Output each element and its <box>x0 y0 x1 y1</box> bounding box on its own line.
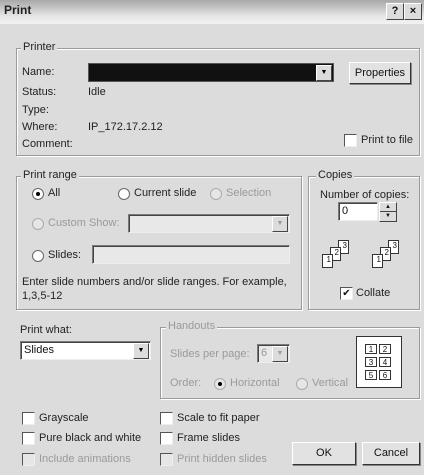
collate-icon: 3 2 1 <box>322 240 366 276</box>
collate-label: Collate <box>356 287 391 299</box>
type-label: Type: <box>22 104 49 116</box>
print-what-value: Slides <box>24 344 54 356</box>
frame-slides-checkbox[interactable] <box>160 432 173 445</box>
print-range-legend: Print range <box>21 169 79 181</box>
grayscale-checkbox[interactable] <box>22 412 35 425</box>
print-what-label: Print what: <box>20 324 72 336</box>
range-selection-radio[interactable] <box>210 188 222 200</box>
range-custom-show-radio[interactable] <box>32 218 44 230</box>
scale-to-fit-label: Scale to fit paper <box>177 412 260 424</box>
include-animations-checkbox[interactable] <box>22 453 35 466</box>
collate-checkbox[interactable]: ✔ <box>340 287 353 300</box>
number-of-copies-label: Number of copies: <box>320 189 410 201</box>
copies-value: 0 <box>342 205 349 217</box>
range-hint-example: 1,3,5-12 <box>22 290 63 302</box>
grayscale-label: Grayscale <box>39 412 89 424</box>
where-value: IP_172.17.2.12 <box>88 121 163 133</box>
status-value: Idle <box>88 86 106 98</box>
order-horizontal-radio[interactable] <box>214 378 226 390</box>
range-slides-label: Slides: <box>48 249 82 261</box>
handout-cell: 6 <box>379 370 391 380</box>
custom-show-select[interactable]: ▼ <box>128 214 290 233</box>
range-selection-label: Selection <box>226 187 272 199</box>
handouts-legend: Handouts <box>166 320 218 332</box>
slides-per-page-value: 6 <box>261 347 268 359</box>
include-animations-label: Include animations <box>39 453 131 465</box>
collate-icon-2: 3 2 1 <box>372 240 416 276</box>
ok-button[interactable]: OK <box>292 442 356 465</box>
handout-cell: 1 <box>365 344 377 354</box>
print-what-dropdown-icon[interactable]: ▼ <box>133 343 149 359</box>
order-label: Order: <box>170 377 202 389</box>
status-label: Status: <box>22 86 57 98</box>
print-to-file-label: Print to file <box>361 134 413 146</box>
pure-bw-label: Pure black and white <box>39 432 142 444</box>
slides-per-page-select[interactable]: 6 ▼ <box>257 344 290 363</box>
slides-per-page-dropdown-icon[interactable]: ▼ <box>272 346 288 362</box>
slides-input[interactable] <box>92 245 290 264</box>
properties-button[interactable]: Properties <box>349 62 411 84</box>
custom-show-dropdown-icon[interactable]: ▼ <box>272 216 288 232</box>
cancel-button[interactable]: Cancel <box>362 442 420 465</box>
slides-per-page-label: Slides per page: <box>170 348 250 360</box>
range-custom-show-label: Custom Show: <box>48 217 120 229</box>
order-vertical-label: Vertical <box>312 377 349 389</box>
handout-cell: 2 <box>379 344 391 354</box>
handout-preview: 1 2 3 4 5 6 <box>356 336 402 388</box>
copies-legend: Copies <box>316 169 355 181</box>
printer-name-dropdown-icon[interactable]: ▼ <box>316 65 332 81</box>
order-vertical-radio[interactable] <box>296 378 308 390</box>
print-hidden-label: Print hidden slides <box>177 453 267 465</box>
handout-cell: 3 <box>365 357 377 367</box>
copies-input[interactable]: 0 <box>338 202 378 221</box>
copies-spinner[interactable]: ▲ ▼ <box>379 202 397 222</box>
dialog-title: Print <box>4 3 32 17</box>
range-all-label: All <box>48 187 61 199</box>
range-slides-radio[interactable] <box>32 250 44 262</box>
printer-name-select[interactable]: ▼ <box>88 63 334 82</box>
handout-cell: 4 <box>379 357 391 367</box>
printer-legend: Printer <box>21 41 58 53</box>
print-what-select[interactable]: Slides ▼ <box>20 341 151 360</box>
close-button[interactable]: × <box>404 3 422 20</box>
range-current-slide-label: Current slide <box>134 187 197 199</box>
printer-name-label: Name: <box>22 66 55 78</box>
help-button[interactable]: ? <box>386 3 404 20</box>
order-horizontal-label: Horizontal <box>230 377 280 389</box>
comment-label: Comment: <box>22 138 73 150</box>
scale-to-fit-checkbox[interactable] <box>160 412 173 425</box>
pure-bw-checkbox[interactable] <box>22 432 35 445</box>
handout-cell: 5 <box>365 370 377 380</box>
print-hidden-checkbox[interactable] <box>160 453 173 466</box>
title-bar <box>0 0 424 24</box>
print-to-file-checkbox[interactable] <box>344 134 357 147</box>
frame-slides-label: Frame slides <box>177 432 240 444</box>
spin-down-icon[interactable]: ▼ <box>380 212 396 221</box>
range-current-slide-radio[interactable] <box>118 188 130 200</box>
where-label: Where: <box>22 121 58 133</box>
range-all-radio[interactable] <box>32 188 44 200</box>
range-hint: Enter slide numbers and/or slide ranges.… <box>22 276 287 288</box>
